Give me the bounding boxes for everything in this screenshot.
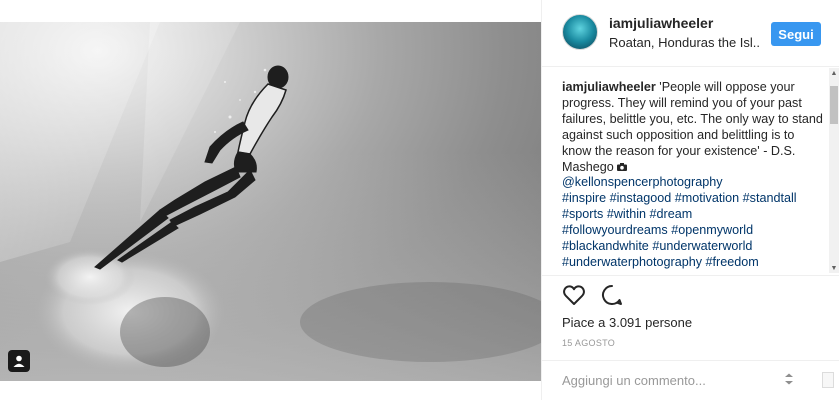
hashtag-link[interactable]: #dream: [650, 207, 693, 221]
caption-area: iamjuliawheeler 'People will oppose your…: [562, 80, 824, 273]
divider: [542, 275, 839, 276]
hashtag-link[interactable]: #underwaterphotography: [562, 255, 702, 269]
post-details-panel: iamjuliawheeler Roatan, Honduras the Isl…: [541, 0, 839, 400]
caption-username[interactable]: iamjuliawheeler: [562, 80, 656, 94]
location-link[interactable]: Roatan, Honduras the Isl...: [609, 35, 759, 50]
header-username[interactable]: iamjuliawheeler: [609, 15, 713, 31]
underwater-scene: [0, 22, 541, 381]
post-photo[interactable]: [0, 22, 541, 381]
hashtag-link[interactable]: #instagood: [610, 191, 672, 205]
divider: [542, 360, 839, 361]
avatar-icon[interactable]: [562, 14, 598, 50]
hashtag-link[interactable]: #openmyworld: [671, 223, 753, 237]
hashtag-link[interactable]: #followyourdreams: [562, 223, 668, 237]
hashtag-link[interactable]: #blackandwhite: [562, 239, 649, 253]
photo-top-margin: [0, 0, 541, 22]
hashtag-link[interactable]: #inspire: [562, 191, 606, 205]
more-options-icon[interactable]: [782, 372, 796, 386]
hashtag-link[interactable]: #motivation: [675, 191, 739, 205]
caption-scrollbar[interactable]: ▲ ▼: [829, 68, 839, 273]
hashtag-link[interactable]: #sports: [562, 207, 603, 221]
scroll-down-arrow-icon[interactable]: ▼: [829, 263, 839, 273]
hashtag-link[interactable]: #standtall: [743, 191, 797, 205]
caption-text: 'People will oppose your progress. They …: [562, 80, 823, 174]
photo-bottom-margin: [0, 381, 541, 400]
post-header: iamjuliawheeler Roatan, Honduras the Isl…: [542, 0, 839, 67]
scroll-up-arrow-icon[interactable]: ▲: [829, 68, 839, 78]
comment-bubble-icon[interactable]: [600, 283, 624, 307]
user-tag-icon[interactable]: [8, 350, 30, 372]
follow-button[interactable]: Segui: [771, 22, 821, 46]
comment-input[interactable]: [562, 370, 777, 390]
heart-icon[interactable]: [562, 283, 586, 307]
resize-handle[interactable]: [822, 372, 834, 388]
mention-link[interactable]: @kellonspencerphotography: [562, 175, 723, 189]
likes-count[interactable]: Piace a 3.091 persone: [562, 315, 692, 330]
camera-icon: [617, 162, 628, 171]
scrollbar-thumb[interactable]: [830, 86, 838, 124]
hashtag-link[interactable]: #underwaterworld: [652, 239, 752, 253]
action-bar: [562, 283, 624, 309]
hashtag-link[interactable]: #freedom: [706, 255, 759, 269]
post-date: 15 AGOSTO: [562, 338, 616, 348]
hashtag-link[interactable]: #within: [607, 207, 646, 221]
